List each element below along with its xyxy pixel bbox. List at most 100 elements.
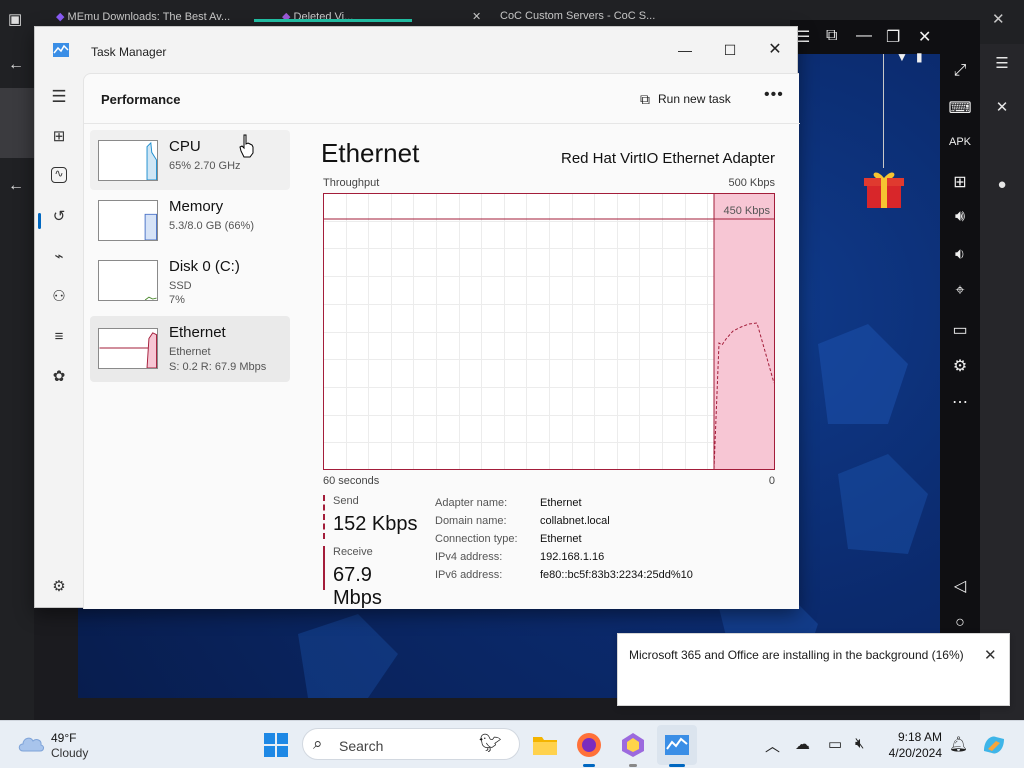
time-span-label: 60 seconds xyxy=(323,475,380,487)
connection-type-key: Connection type: xyxy=(435,533,518,545)
receive-area xyxy=(714,194,774,469)
hamburger-menu-icon[interactable]: ☰ xyxy=(49,87,69,107)
firefox-running-indicator xyxy=(583,764,595,767)
ipv4-value: 192.168.1.16 xyxy=(540,551,605,563)
browser-right-strip: ☰ ✕ ● xyxy=(980,44,1024,720)
back-arrow-icon[interactable]: ← xyxy=(8,177,24,195)
detail-title: Ethernet xyxy=(321,138,420,168)
apk-icon[interactable]: APK xyxy=(940,136,980,148)
notification-bell-icon[interactable]: 🔔︎ xyxy=(949,735,968,753)
back-arrow-icon[interactable]: ← xyxy=(8,56,24,74)
battery-icon: ▮ xyxy=(916,50,923,64)
resource-ethernet[interactable]: Ethernet Ethernet S: 0.2 R: 67.9 Mbps xyxy=(90,316,290,382)
screen-record-icon[interactable]: ⧉ xyxy=(826,27,837,45)
hand-cursor-icon xyxy=(239,134,254,158)
resource-cpu[interactable]: CPU 65% 2.70 GHz xyxy=(90,130,290,190)
notification-toast[interactable]: Microsoft 365 and Office are installing … xyxy=(617,633,1010,706)
chevron-up-icon[interactable]: ︿ xyxy=(765,735,780,756)
resource-usage: 7% xyxy=(169,294,185,306)
memu-icon[interactable] xyxy=(619,731,647,759)
weather-temperature[interactable]: 49°F xyxy=(51,731,76,745)
restore-icon[interactable]: ❐ xyxy=(886,27,900,47)
file-explorer-icon[interactable] xyxy=(531,731,559,759)
fullscreen-icon[interactable]: ⤢ xyxy=(940,62,980,80)
details-icon[interactable]: ≡ xyxy=(49,327,69,347)
background-panel xyxy=(0,88,34,158)
run-new-task-label: Run new task xyxy=(658,92,731,106)
services-icon[interactable]: ✿ xyxy=(49,367,69,387)
title-bar[interactable]: Task Manager — ☐ ✕ xyxy=(35,27,799,73)
navigation-rail: ☰ ⊞ ∿ ↺ ⌁ ⚇ ≡ ✿ ⚙ xyxy=(35,73,83,609)
close-button[interactable]: ✕ xyxy=(752,35,798,65)
window-title: Task Manager xyxy=(91,45,167,59)
task-manager-taskbar-icon[interactable] xyxy=(663,731,691,759)
weather-description[interactable]: Cloudy xyxy=(51,746,88,760)
display-icon[interactable]: ▭ xyxy=(828,735,842,753)
page-header: Performance ⧉ Run new task ••• xyxy=(84,74,800,124)
folder-icon[interactable]: ▭ xyxy=(940,320,980,340)
run-new-task-button[interactable]: ⧉ Run new task xyxy=(640,88,731,110)
resource-memory[interactable]: Memory 5.3/8.0 GB (66%) xyxy=(90,190,290,250)
emulator-toolbar: ⤢ ⌨ APK ⊞ 🔊︎ 🔉︎ ⌖ ▭ ⚙ ⋯ ◁ ○ xyxy=(940,20,980,700)
gift-string xyxy=(883,54,884,168)
ipv6-key: IPv6 address: xyxy=(435,569,503,581)
copilot-icon[interactable] xyxy=(980,731,1008,759)
resource-disk[interactable]: Disk 0 (C:) SSD 7% xyxy=(90,250,290,310)
cloud-icon[interactable] xyxy=(17,733,45,753)
taskbar: 49°F Cloudy ⌕ Search 🐦︎ ︿ ☁ ▭ 🔇︎ 9:18 AM… xyxy=(0,720,1024,768)
performance-icon[interactable]: ∿ xyxy=(51,167,67,183)
search-placeholder: Search xyxy=(339,738,384,754)
cloud-sync-icon[interactable]: ☁ xyxy=(795,735,810,753)
maximize-button[interactable]: ☐ xyxy=(707,35,753,65)
more-icon[interactable]: ⋯ xyxy=(940,392,980,412)
gift-icon[interactable] xyxy=(862,168,906,208)
close-icon[interactable]: ✕ xyxy=(918,27,931,47)
browser-close-icon[interactable]: ✕ xyxy=(992,10,1005,34)
clock-time[interactable]: 9:18 AM xyxy=(896,730,942,744)
connection-type-value: Ethernet xyxy=(540,533,582,545)
close-icon[interactable]: ✕ xyxy=(980,98,1024,116)
menu-icon[interactable]: ☰ xyxy=(980,54,1024,72)
ipv6-value: fe80::bc5f:83b3:2234:25dd%10 xyxy=(540,569,693,581)
app-history-icon[interactable]: ↺ xyxy=(49,207,69,227)
keyboard-icon[interactable]: ⌨ xyxy=(940,98,980,118)
volume-up-icon[interactable]: 🔊︎ xyxy=(940,208,980,226)
taskbar-search[interactable]: ⌕ Search 🐦︎ xyxy=(302,728,520,760)
volume-down-icon[interactable]: 🔉︎ xyxy=(940,246,980,264)
receive-label: Receive xyxy=(333,546,373,558)
graph-inner-scale: 450 Kbps xyxy=(724,205,771,217)
memory-mini-graph xyxy=(98,200,158,241)
task-manager-app-icon xyxy=(53,43,69,57)
graph-max-label: 500 Kbps xyxy=(728,177,775,189)
windows-start-icon[interactable] xyxy=(264,733,288,757)
android-home-icon[interactable]: ○ xyxy=(940,614,980,632)
location-icon[interactable]: ⌖ xyxy=(940,282,980,300)
tab-overview-icon[interactable]: ▣ xyxy=(8,10,22,34)
clock-date[interactable]: 4/20/2024 xyxy=(886,746,942,760)
minimize-button[interactable]: — xyxy=(662,35,708,65)
multi-instance-icon[interactable]: ⊞ xyxy=(940,172,980,192)
adapter-name-value: Ethernet xyxy=(540,497,582,509)
android-back-icon[interactable]: ◁ xyxy=(940,576,980,596)
tab-loading-bar xyxy=(254,19,412,22)
throughput-label: Throughput xyxy=(323,177,380,189)
more-options-button[interactable]: ••• xyxy=(764,86,784,104)
volume-icon[interactable]: 🔇︎ xyxy=(855,735,864,752)
resource-detail: 65% 2.70 GHz xyxy=(169,160,241,172)
domain-name-key: Domain name: xyxy=(435,515,507,527)
settings-icon[interactable]: ⚙ xyxy=(49,577,69,597)
page-title: Performance xyxy=(101,92,181,107)
users-icon[interactable]: ⚇ xyxy=(49,287,69,307)
minimize-icon[interactable]: — xyxy=(856,27,872,45)
firefox-icon[interactable] xyxy=(575,731,603,759)
receive-value: 67.9 Mbps xyxy=(333,564,382,609)
lightbulb-icon[interactable]: ● xyxy=(980,176,1024,193)
startup-apps-icon[interactable]: ⌁ xyxy=(49,247,69,267)
processes-icon[interactable]: ⊞ xyxy=(49,127,69,147)
receive-stat: Receive 67.9 Mbps xyxy=(323,546,423,609)
adapter-name-key: Adapter name: xyxy=(435,497,508,509)
settings-icon[interactable]: ⚙ xyxy=(940,356,980,376)
performance-page: Performance ⧉ Run new task ••• CPU 65% 2… xyxy=(83,73,800,609)
send-label: Send xyxy=(333,495,359,507)
toast-close-icon[interactable]: ✕ xyxy=(984,646,997,664)
